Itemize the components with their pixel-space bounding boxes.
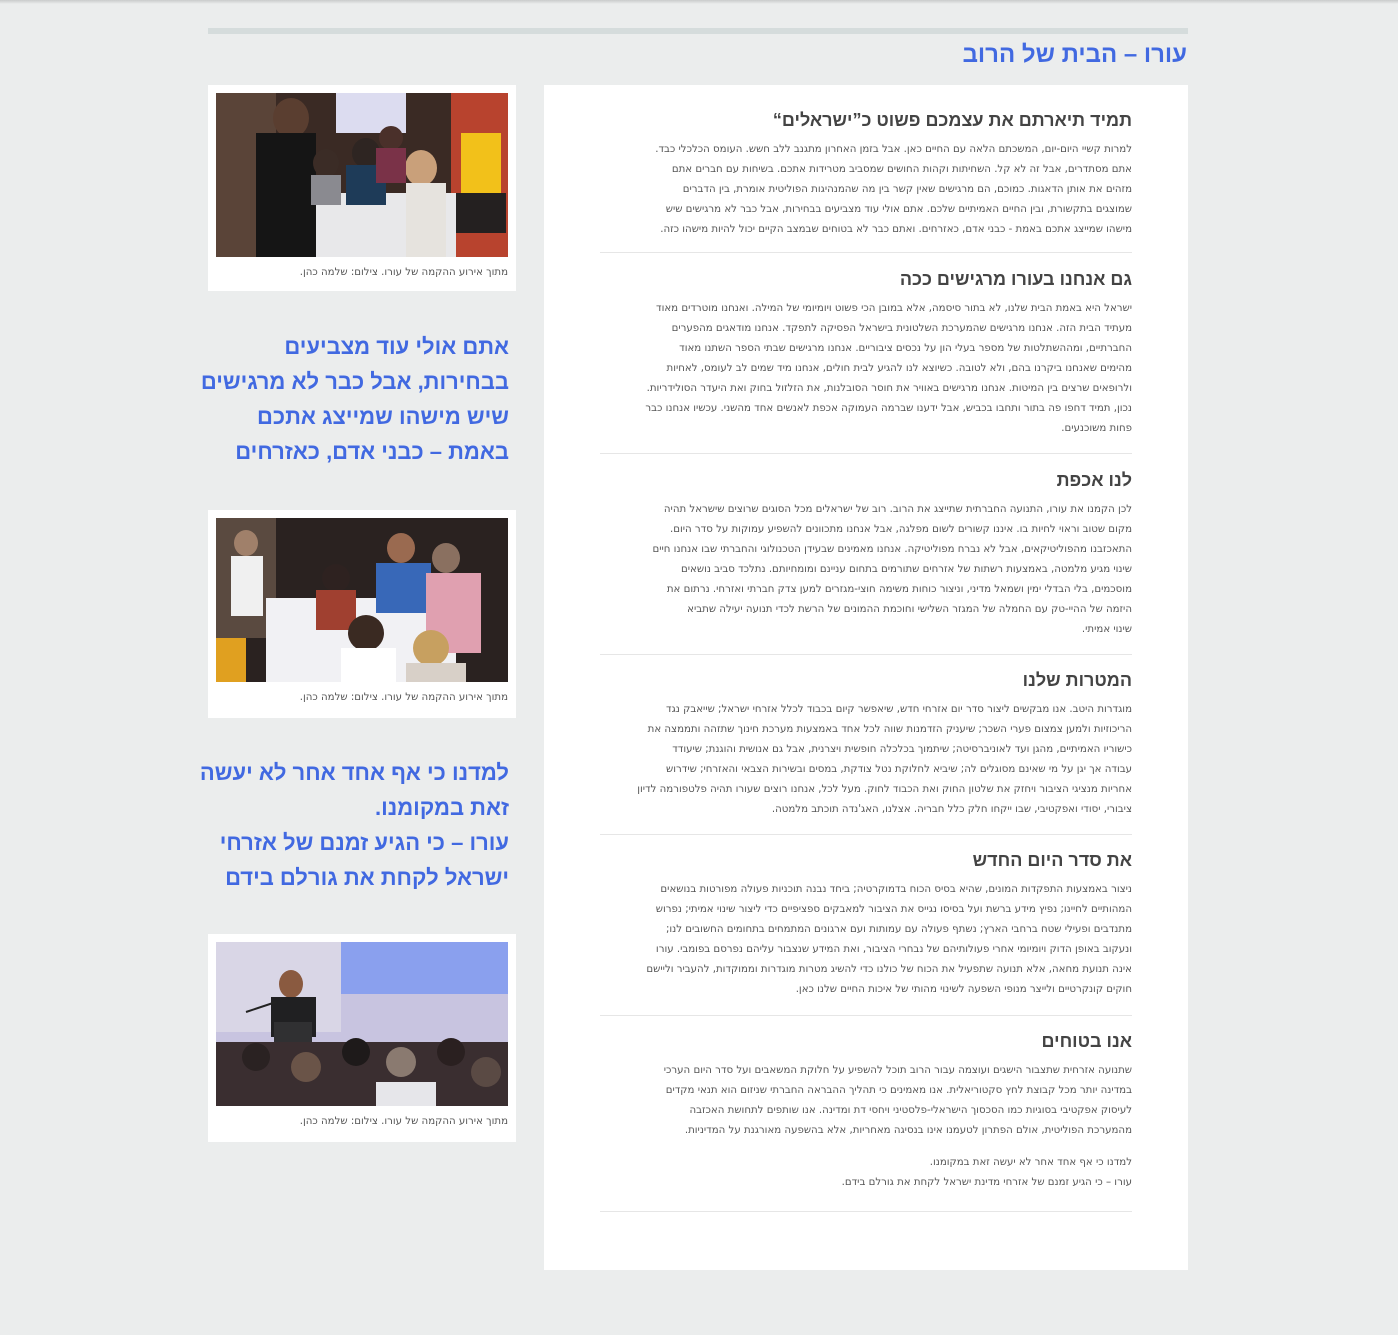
photo-card: מתוך אירוע ההקמה של עורו. צילום: שלמה כה…	[208, 510, 516, 718]
text-line: נכון, תמיד דחפו פה בתור ותחבו בכביש, אבל…	[645, 403, 1132, 414]
text-line: מתנדבים ופעילי שטח ברחבי הארץ; נשתף פעול…	[665, 924, 1132, 935]
section-title: תמיד תיארתם את עצמכם פשוט כ”ישראלים“	[772, 110, 1132, 130]
text-line: לכן הקמנו את עורו, התנועה החברתית שתייצג…	[663, 504, 1132, 515]
photo-card: מתוך אירוע ההקמה של עורו. צילום: שלמה כה…	[208, 934, 516, 1142]
text-line: אינה תנועת מחאה, אלא תנועה שתפעיל את הכו…	[646, 964, 1132, 975]
quote-line: באמת – כבני אדם, כאזרחים	[235, 439, 509, 464]
quote-line: בבחירות, אבל כבר לא מרגישים	[200, 369, 509, 394]
quote-line: עורו – כי הגיע זמנם של אזרחי	[219, 830, 509, 855]
page-title: עורו – הבית של הרוב	[962, 41, 1187, 68]
text-line: כישוריו האמיתיים, מהגן ועד לאוניברסיטה; …	[672, 744, 1132, 755]
section-we-feel: גם אנחנו בעורו מרגישים ככה ישראל היא באמ…	[600, 253, 1132, 454]
text-line: עורו – כי הגיע זמנם של אזרחי מדינת ישראל…	[841, 1177, 1132, 1188]
text-line: שינוי מגיע מלמטה, באמצעות רשתות של אזרחי…	[681, 564, 1132, 575]
section-text: שתנועה אזרחית שתצבור הישגים ועוצמה עבור …	[600, 1061, 1132, 1141]
event-photo	[216, 93, 508, 257]
text-line: חוקים קונקרטיים ולייצר מנופי השפעה לשינו…	[795, 984, 1132, 995]
text-line: במדינה יותר מכל קבוצת לחץ סקטוריאלית. אנ…	[665, 1085, 1132, 1096]
header-bar	[208, 28, 1188, 34]
text-line: מקום שטוב וראוי לחיות בו. איננו קשורים ל…	[669, 524, 1132, 535]
text-line: ציבורי, יסודי ואפקטיבי, שבו ייקחו חלק כל…	[771, 804, 1132, 815]
section-our-goals: המטרות שלנו מוגדרות היטב. אנו מבקשים ליצ…	[600, 655, 1132, 835]
text-line: שינוי אמיתי.	[1081, 624, 1132, 635]
text-line: שתנועה אזרחית שתצבור הישגים ועוצמה עבור …	[663, 1065, 1132, 1076]
text-line: התאכזבנו מהפוליטיקאים, אבל לא נברח מפולי…	[652, 544, 1132, 555]
text-line: אחריות מנציגי הציבור ויחזק את שלטון החוק…	[637, 784, 1132, 795]
section-text: ישראל היא באמת הבית שלנו, לא בתור סיסמה,…	[600, 299, 1132, 439]
quote-line: זאת במקומנו.	[374, 795, 509, 820]
text-line: פחות משוכנעים.	[1061, 423, 1132, 434]
section-title: לנו אכפת	[1056, 470, 1132, 490]
event-photo	[216, 942, 508, 1106]
text-line: מזהים את אותן הדאגות. כמוכם, הם מרגישים …	[682, 184, 1132, 195]
pull-quote: למדנו כי אף אחד אחר לא יעשה זאת במקומנו.…	[199, 755, 509, 895]
text-line: למדנו כי אף אחד אחר לא יעשה זאת במקומנו.	[929, 1157, 1132, 1168]
photo-caption: מתוך אירוע ההקמה של עורו. צילום: שלמה כה…	[299, 692, 508, 703]
top-shadow	[0, 0, 1398, 4]
quote-line: שיש מישהו שמייצג אתכם	[257, 404, 509, 429]
pull-quote: אתם אולי עוד מצביעים בבחירות, אבל כבר לא…	[200, 329, 509, 469]
text-line: ולרופאים שרצים בין המיטות. אנחנו מרגישים…	[646, 383, 1132, 394]
text-line: החברתיים, ומההשתלטות של מספר בעלי הון על…	[679, 343, 1132, 354]
text-line: ניצור באמצעות התפקדות המונים, שהיא בסיס …	[660, 884, 1132, 895]
article: תמיד תיארתם את עצמכם פשוט כ”ישראלים“ למר…	[600, 107, 1132, 1212]
section-text: למרות קשיי היום-יום, המשכתם הלאה עם החיי…	[600, 140, 1132, 240]
quote-line: ישראל לקחת את גורלם בידם	[225, 865, 509, 890]
text-line: עבודה אך יגן על מי שאינם מסוגלים לה; שיב…	[666, 764, 1132, 775]
text-line: ישראל היא באמת הבית שלנו, לא בתור סיסמה,…	[656, 303, 1132, 314]
photo-card: מתוך אירוע ההקמה של עורו. צילום: שלמה כה…	[208, 85, 516, 291]
main-content-panel: תמיד תיארתם את עצמכם פשוט כ”ישראלים“ למר…	[544, 85, 1188, 1270]
closing-text: למדנו כי אף אחד אחר לא יעשה זאת במקומנו.…	[600, 1153, 1132, 1193]
text-line: מוסכמים, בלי הבדלי ימין ושמאל מדיני, וני…	[666, 584, 1132, 595]
photo-caption: מתוך אירוע ההקמה של עורו. צילום: שלמה כה…	[299, 1116, 508, 1127]
section-title: אנו בטוחים	[1041, 1031, 1132, 1051]
section-title: את סדר היום החדש	[972, 850, 1132, 870]
section-intro: תמיד תיארתם את עצמכם פשוט כ”ישראלים“ למר…	[600, 107, 1132, 253]
section-text: מוגדרות היטב. אנו מבקשים ליצור סדר יום א…	[600, 700, 1132, 820]
section-text: ניצור באמצעות התפקדות המונים, שהיא בסיס …	[600, 880, 1132, 1000]
text-line: שמוצגים בתקשורת, ובין החיים האמיתיים שלכ…	[665, 204, 1132, 215]
event-photo	[216, 518, 508, 682]
section-new-agenda: את סדר היום החדש ניצור באמצעות התפקדות ה…	[600, 835, 1132, 1016]
text-line: מעתיד הבית הזה. אנחנו מרגישים שהמערכת הש…	[671, 323, 1132, 334]
text-line: היזמה של ההיי-טק עם החמלה של המגזר השליש…	[687, 604, 1132, 615]
section-text: לכן הקמנו את עורו, התנועה החברתית שתייצג…	[600, 500, 1132, 640]
text-line: מהמערכת הפוליטית, אולם הפתרון לטעמנו אינ…	[684, 1125, 1132, 1136]
text-line: מוגדרות היטב. אנו מבקשים ליצור סדר יום א…	[666, 704, 1132, 715]
section-title: המטרות שלנו	[1022, 670, 1132, 690]
section-we-care: לנו אכפת לכן הקמנו את עורו, התנועה החברת…	[600, 454, 1132, 655]
text-line: לעיסוק אפקטיבי בסוגיות כמו הסכסוך הישראל…	[689, 1105, 1132, 1116]
quote-line: למדנו כי אף אחד אחר לא יעשה	[199, 760, 509, 785]
text-line: המהותיים לחיינו; נפיץ מידע ברשת ועל בסיס…	[655, 904, 1132, 915]
section-we-are-sure: אנו בטוחים שתנועה אזרחית שתצבור הישגים ו…	[600, 1016, 1132, 1212]
text-line: אתם מסתדרים, אבל זה לא קל. השחיתות וקהות…	[671, 164, 1132, 175]
quote-line: אתם אולי עוד מצביעים	[284, 334, 509, 359]
text-line: הריכוזיות ולמען צמצום פערי השכר; שיעניק …	[647, 724, 1132, 735]
section-title: גם אנחנו בעורו מרגישים ככה	[899, 269, 1132, 289]
text-line: למרות קשיי היום-יום, המשכתם הלאה עם החיי…	[655, 144, 1132, 155]
photo-caption: מתוך אירוע ההקמה של עורו. צילום: שלמה כה…	[299, 267, 508, 278]
text-line: מישהו שמייצג אתכם באמת - כבני אדם, כאזרח…	[660, 224, 1132, 235]
text-line: ונעקוב באופן הדוק ויומיומי אחרי פעולותיה…	[655, 944, 1132, 955]
text-line: מהימים שאנחנו ביקרנו בהם, ולא לטובה. כשי…	[666, 363, 1132, 374]
